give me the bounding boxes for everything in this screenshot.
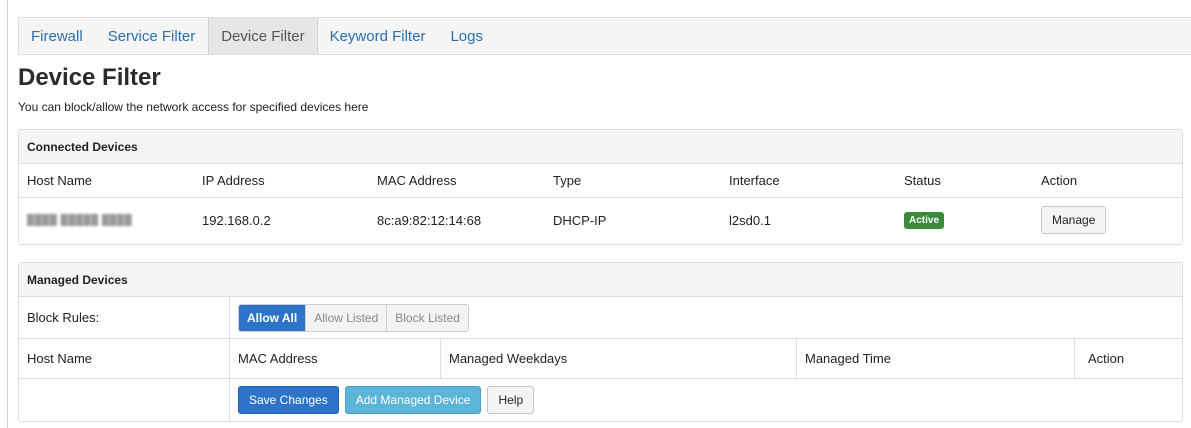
managed-actions-spacer bbox=[19, 379, 229, 421]
column-header-managed-weekdays: Managed Weekdays bbox=[440, 339, 796, 378]
column-header-mac-address: MAC Address bbox=[377, 173, 457, 188]
block-rules-label: Block Rules: bbox=[27, 310, 100, 325]
table-row: ████ █████ ████ 192.168.0.2 8c:a9:82:12:… bbox=[19, 198, 1182, 242]
column-header-managed-time: Managed Time bbox=[796, 339, 1074, 378]
block-rules-row: Block Rules: Allow All Allow Listed Bloc… bbox=[19, 297, 1182, 339]
column-header-ip-address: IP Address bbox=[202, 173, 265, 188]
allow-listed-button[interactable]: Allow Listed bbox=[306, 304, 388, 331]
managed-devices-heading: Managed Devices bbox=[19, 263, 1182, 297]
type-cell: DHCP-IP bbox=[553, 212, 607, 228]
tab-keyword-filter[interactable]: Keyword Filter bbox=[318, 18, 439, 54]
column-header-status: Status bbox=[904, 173, 941, 188]
help-button[interactable]: Help bbox=[487, 386, 535, 414]
tab-logs[interactable]: Logs bbox=[438, 18, 496, 54]
status-badge: Active bbox=[904, 211, 945, 229]
column-header-host-name: Host Name bbox=[27, 173, 93, 188]
managed-devices-header-row: Host Name MAC Address Managed Weekdays M… bbox=[19, 339, 1182, 379]
block-rules-segmented-control: Allow All Allow Listed Block Listed bbox=[238, 303, 469, 332]
managed-actions-cell: Save Changes Add Managed Device Help bbox=[229, 379, 1182, 421]
tab-device-filter[interactable]: Device Filter bbox=[208, 18, 318, 54]
save-changes-button[interactable]: Save Changes bbox=[238, 386, 339, 414]
column-header-type: Type bbox=[553, 173, 582, 188]
column-header-mac-address: MAC Address bbox=[229, 339, 440, 378]
add-managed-device-button[interactable]: Add Managed Device bbox=[344, 386, 482, 414]
manage-button[interactable]: Manage bbox=[1041, 206, 1107, 234]
interface-cell: l2sd0.1 bbox=[729, 212, 771, 228]
connected-devices-panel: Connected Devices Host Name IP Address M… bbox=[18, 129, 1183, 245]
page-description: You can block/allow the network access f… bbox=[18, 100, 369, 114]
column-header-action: Action bbox=[1074, 339, 1182, 378]
tab-service-filter[interactable]: Service Filter bbox=[96, 18, 209, 54]
managed-actions-row: Save Changes Add Managed Device Help bbox=[19, 379, 1182, 421]
tab-firewall[interactable]: Firewall bbox=[19, 18, 96, 54]
ip-address-cell: 192.168.0.2 bbox=[202, 212, 271, 228]
status-cell: Active bbox=[896, 198, 1033, 242]
managed-devices-panel: Managed Devices Block Rules: Allow All A… bbox=[18, 262, 1183, 422]
action-cell: Manage bbox=[1033, 198, 1182, 242]
window-left-edge bbox=[7, 0, 8, 428]
block-rules-control-cell: Allow All Allow Listed Block Listed bbox=[229, 297, 1182, 338]
connected-devices-heading: Connected Devices bbox=[19, 130, 1182, 164]
tab-bar: Firewall Service Filter Device Filter Ke… bbox=[18, 17, 1191, 55]
column-header-action: Action bbox=[1041, 173, 1078, 188]
allow-all-button[interactable]: Allow All bbox=[239, 304, 307, 331]
mac-address-cell: 8c:a9:82:12:14:68 bbox=[377, 212, 482, 228]
host-name-cell: ████ █████ ████ bbox=[19, 198, 194, 242]
column-header-host-name: Host Name bbox=[27, 351, 93, 366]
column-header-interface: Interface bbox=[729, 173, 780, 188]
connected-devices-header-row: Host Name IP Address MAC Address Type In… bbox=[19, 164, 1182, 198]
host-name-redacted: ████ █████ ████ bbox=[27, 214, 133, 226]
page-title: Device Filter bbox=[18, 64, 161, 91]
block-listed-button[interactable]: Block Listed bbox=[387, 304, 468, 331]
